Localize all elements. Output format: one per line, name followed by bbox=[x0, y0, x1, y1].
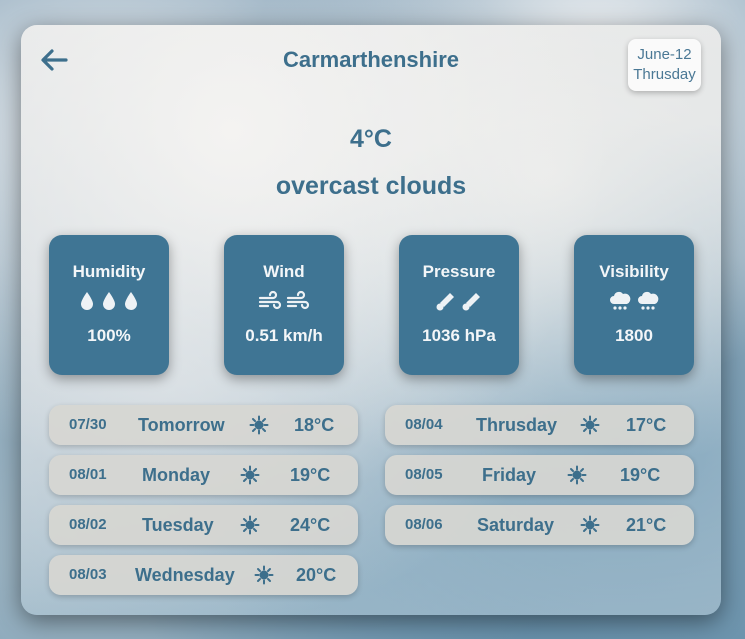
forecast-temp: 21°C bbox=[626, 515, 667, 535]
thermometer-icon bbox=[462, 293, 480, 311]
stat-label: Pressure bbox=[422, 262, 496, 281]
stat-value: 100% bbox=[87, 326, 131, 345]
weekday-label: Thrusday bbox=[633, 66, 696, 83]
forecast-day[interactable]: 08/01 Monday 19°C bbox=[49, 455, 358, 495]
weather-card: Carmarthenshire June-12 Thrusday 4°C ove… bbox=[21, 25, 721, 615]
forecast-date: 08/03 bbox=[69, 566, 107, 583]
current-temperature: 4°C bbox=[350, 125, 392, 153]
forecast-temp: 19°C bbox=[620, 465, 661, 485]
forecast-date: 08/04 bbox=[405, 416, 443, 433]
wind-icon bbox=[258, 290, 282, 310]
forecast-date: 08/06 bbox=[405, 516, 443, 533]
sun-icon bbox=[240, 515, 260, 535]
wind-card: Wind 0.51 km/h bbox=[224, 235, 344, 375]
forecast-day-name: Thrusday bbox=[476, 415, 558, 435]
forecast-day[interactable]: 07/30 Tomorrow 18°C bbox=[49, 405, 358, 445]
stat-label: Visibility bbox=[599, 262, 669, 281]
stat-label: Humidity bbox=[72, 262, 146, 281]
stat-label: Wind bbox=[263, 262, 305, 281]
droplet-icon bbox=[81, 292, 93, 310]
current-condition: overcast clouds bbox=[275, 172, 467, 200]
humidity-icons bbox=[49, 290, 169, 314]
cloud-icon bbox=[610, 291, 631, 310]
forecast-day-name: Monday bbox=[142, 465, 211, 485]
forecast-temp: 18°C bbox=[294, 415, 335, 435]
sun-icon bbox=[580, 515, 600, 535]
forecast-temp: 19°C bbox=[290, 465, 331, 485]
pressure-card: Pressure 1036 hPa bbox=[399, 235, 519, 375]
forecast-day-name: Friday bbox=[482, 465, 537, 485]
droplet-icon bbox=[125, 292, 137, 310]
thermometer-icon bbox=[436, 293, 454, 311]
forecast-date: 08/02 bbox=[69, 516, 107, 533]
wind-icons bbox=[224, 290, 344, 314]
forecast-day[interactable]: 08/03 Wednesday 20°C bbox=[49, 555, 358, 595]
sun-icon bbox=[254, 565, 274, 585]
forecast-day-name: Wednesday bbox=[135, 565, 235, 585]
forecast-temp: 24°C bbox=[290, 515, 331, 535]
forecast-day[interactable]: 08/05 Friday 19°C bbox=[385, 455, 694, 495]
stat-value: 1800 bbox=[615, 326, 653, 345]
sun-icon bbox=[249, 415, 269, 435]
humidity-card: Humidity 100% bbox=[49, 235, 169, 375]
forecast-temp: 20°C bbox=[296, 565, 337, 585]
cloud-icon bbox=[638, 291, 659, 310]
forecast-day[interactable]: 08/04 Thrusday 17°C bbox=[385, 405, 694, 445]
date-label: June-12 bbox=[637, 46, 692, 63]
forecast-temp: 17°C bbox=[626, 415, 667, 435]
forecast-day[interactable]: 08/02 Tuesday 24°C bbox=[49, 505, 358, 545]
forecast-day-name: Tomorrow bbox=[138, 415, 225, 435]
sun-icon bbox=[567, 465, 587, 485]
stat-value: 0.51 km/h bbox=[245, 326, 323, 345]
sun-icon bbox=[580, 415, 600, 435]
visibility-icons bbox=[574, 290, 694, 314]
droplet-icon bbox=[103, 292, 115, 310]
forecast-date: 08/01 bbox=[69, 466, 107, 483]
pressure-icons bbox=[399, 290, 519, 314]
forecast-date: 08/05 bbox=[405, 466, 443, 483]
forecast-day-name: Tuesday bbox=[142, 515, 214, 535]
stat-value: 1036 hPa bbox=[422, 326, 496, 345]
visibility-card: Visibility 1800 bbox=[574, 235, 694, 375]
forecast-date: 07/30 bbox=[69, 416, 107, 433]
date-badge: June-12 Thrusday bbox=[628, 39, 701, 91]
forecast-day-name: Saturday bbox=[477, 515, 555, 535]
location-title: Carmarthenshire bbox=[282, 47, 460, 72]
sun-icon bbox=[240, 465, 260, 485]
forecast-day[interactable]: 08/06 Saturday 21°C bbox=[385, 505, 694, 545]
wind-icon bbox=[286, 290, 310, 310]
